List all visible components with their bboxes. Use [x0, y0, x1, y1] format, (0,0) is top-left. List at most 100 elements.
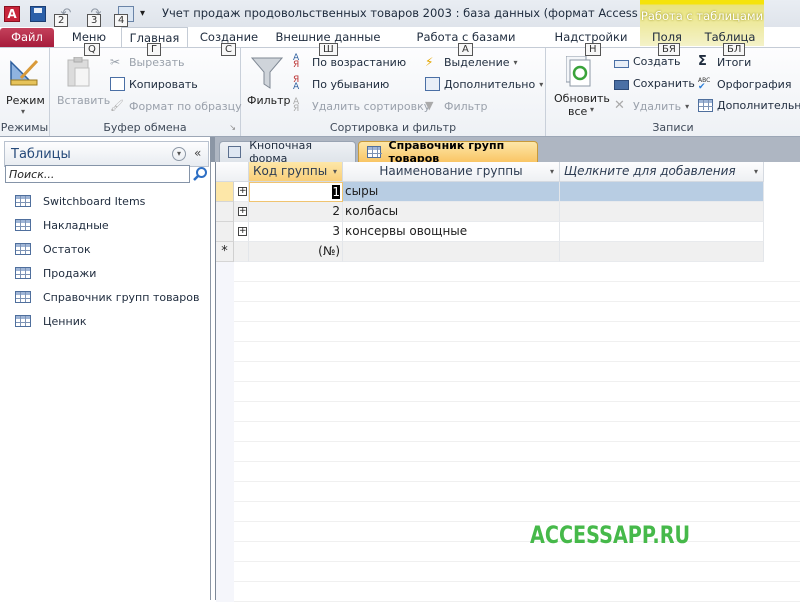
expander-cell: + — [234, 202, 249, 222]
chevron-down-icon[interactable]: ▾ — [333, 162, 337, 181]
cell-id[interactable]: 2 — [249, 202, 343, 222]
cell-name[interactable] — [343, 242, 560, 262]
cell-add[interactable] — [560, 182, 764, 202]
filter-button[interactable]: Фильтр — [245, 52, 291, 114]
paste-label: Вставить — [57, 94, 111, 107]
navigation-pane: Таблицы ▾ « Поиск... Switchboard Items Н… — [0, 137, 211, 600]
nav-item-table[interactable]: Ценник — [0, 309, 210, 333]
customize-qat-icon[interactable]: ▾ — [140, 6, 148, 22]
group-label: Сортировка и фильтр — [329, 121, 457, 134]
new-record-row[interactable]: * (№) — [216, 242, 764, 262]
nav-search-input[interactable]: Поиск... — [5, 165, 190, 183]
table-row[interactable]: + 3 консервы овощные — [216, 222, 764, 242]
table-icon — [367, 146, 382, 158]
new-record-button[interactable]: Создать — [614, 55, 681, 68]
cell-add[interactable] — [560, 222, 764, 242]
selection-button[interactable]: ⚡ Выделение ▾ — [425, 55, 518, 69]
empty-grid-line — [216, 442, 800, 462]
record-selector[interactable] — [216, 222, 234, 242]
empty-grid-line — [216, 562, 800, 582]
totals-button[interactable]: Σ Итоги — [698, 55, 751, 69]
new-record-label: Создать — [633, 55, 681, 68]
nav-item-label: Продажи — [43, 266, 97, 280]
funnel-icon — [251, 57, 283, 89]
nav-pane-header[interactable]: Таблицы ▾ « — [4, 141, 209, 167]
dialog-launcher-icon[interactable]: ↘ — [229, 123, 236, 132]
copy-button[interactable]: Копировать — [110, 77, 198, 91]
cell-id[interactable]: (№) — [249, 242, 343, 262]
save-record-button[interactable]: Сохранить — [614, 77, 695, 90]
advanced-filter-label: Дополнительно — [444, 77, 536, 91]
remove-sort-button[interactable]: AЯ Удалить сортировку — [293, 98, 430, 114]
cell-name[interactable]: колбасы — [343, 202, 560, 222]
record-selector[interactable] — [216, 182, 234, 202]
search-icon[interactable] — [192, 166, 208, 182]
empty-selector-strip — [216, 322, 234, 342]
selection-filter-icon: ⚡ — [425, 55, 434, 69]
expand-icon[interactable]: + — [238, 207, 247, 216]
refresh-label-2: все — [568, 105, 588, 118]
empty-grid-line — [216, 362, 800, 382]
view-mode-button[interactable]: Режим ▾ — [4, 52, 46, 116]
table-row[interactable]: + 2 колбасы — [216, 202, 764, 222]
new-record-marker[interactable]: * — [216, 242, 234, 262]
table-icon — [698, 99, 713, 112]
design-view-icon — [10, 59, 39, 86]
expand-icon[interactable]: + — [238, 187, 247, 196]
format-painter-button[interactable]: 🖌 Формат по образцу — [110, 99, 242, 113]
column-header-id[interactable]: Код группы ▾ — [249, 162, 343, 182]
paste-button[interactable]: Вставить — [54, 52, 110, 114]
nav-item-table[interactable]: Остаток — [0, 237, 210, 261]
table-row[interactable]: + 1 сыры — [216, 182, 764, 202]
refresh-all-button[interactable]: Обновить все ▾ — [550, 52, 610, 118]
cell-id[interactable]: 1 — [249, 182, 343, 202]
chevron-down-icon[interactable]: ▾ — [754, 162, 758, 181]
record-selector[interactable] — [216, 202, 234, 222]
ribbon: Режим ▾ Режимы Вставить ✂ Вырезать Копир… — [0, 47, 800, 137]
selection-label: Выделение — [444, 55, 510, 69]
cell-name[interactable]: сыры — [343, 182, 560, 202]
cut-label: Вырезать — [129, 55, 185, 69]
nav-item-table[interactable]: Продажи — [0, 261, 210, 285]
delete-label: Удалить — [633, 99, 682, 113]
nav-item-table[interactable]: Switchboard Items — [0, 189, 210, 213]
nav-item-table[interactable]: Накладные — [0, 213, 210, 237]
sort-descending-icon: ЯA — [293, 75, 300, 92]
cell-add[interactable] — [560, 242, 764, 262]
keytip: Н — [585, 43, 601, 56]
empty-grid-line — [216, 502, 800, 522]
expand-icon[interactable]: + — [238, 227, 247, 236]
delete-record-button[interactable]: ✕ Удалить ▾ — [614, 99, 689, 113]
doc-tab-product-groups[interactable]: Справочник групп товаров — [358, 139, 538, 165]
cell-id[interactable]: 3 — [249, 222, 343, 242]
nav-item-table[interactable]: Справочник групп товаров — [0, 285, 210, 309]
empty-selector-strip — [216, 342, 234, 362]
sort-descending-label: По убыванию — [312, 77, 390, 91]
chevron-down-icon[interactable]: ▾ — [550, 162, 554, 181]
column-header-name[interactable]: Наименование группы ▾ — [343, 162, 560, 182]
cell-name[interactable]: консервы овощные — [343, 222, 560, 242]
column-header-add[interactable]: Щелкните для добавления ▾ — [560, 162, 764, 182]
chevron-down-icon: ▾ — [539, 79, 544, 89]
more-records-button[interactable]: Дополнительно — [698, 99, 800, 112]
tab-file[interactable]: Файл — [0, 28, 54, 47]
spelling-button[interactable]: ABC ✔ Орфография — [698, 77, 791, 92]
funnel-icon: ▼ — [425, 99, 434, 112]
table-icon — [15, 267, 31, 279]
doc-tab-switchboard[interactable]: Кнопочная форма — [219, 139, 356, 165]
cell-add[interactable] — [560, 202, 764, 222]
scissors-icon: ✂ — [110, 55, 121, 69]
empty-selector-strip — [216, 282, 234, 302]
select-all-corner[interactable] — [216, 162, 249, 182]
save-icon[interactable] — [30, 6, 46, 22]
toggle-filter-button[interactable]: ▼ Фильтр — [425, 99, 488, 113]
keytip: Г — [147, 43, 162, 56]
cut-button[interactable]: ✂ Вырезать — [110, 55, 184, 69]
collapse-pane-icon[interactable]: « — [194, 146, 201, 160]
sort-ascending-button[interactable]: AЯ По возрастанию — [293, 54, 406, 70]
group-label: Режимы — [0, 121, 49, 134]
sort-descending-button[interactable]: ЯA По убыванию — [293, 75, 390, 92]
access-app-icon[interactable]: A — [4, 6, 20, 22]
chevron-down-icon[interactable]: ▾ — [172, 147, 186, 161]
advanced-filter-button[interactable]: Дополнительно ▾ — [425, 77, 543, 91]
